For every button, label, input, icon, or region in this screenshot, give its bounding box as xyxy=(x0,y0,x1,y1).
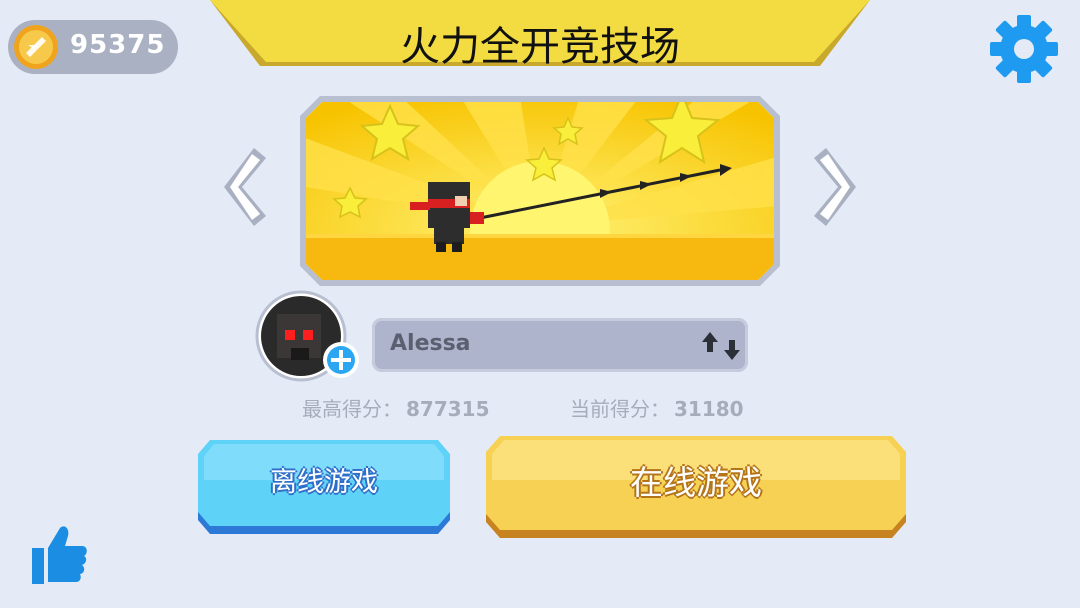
coin-count: 95375 xyxy=(70,30,166,60)
best-score-value: 877315 xyxy=(406,397,490,421)
offline-game-label: 离线游戏 xyxy=(270,467,378,498)
online-game-button[interactable]: 在线游戏 xyxy=(484,436,908,540)
online-game-label: 在线游戏 xyxy=(630,463,762,502)
best-score-label: 最高得分： xyxy=(302,397,402,421)
coin-icon xyxy=(14,25,58,69)
page-title: 火力全开竞技场 xyxy=(400,24,680,70)
offline-game-button[interactable]: 离线游戏 xyxy=(196,440,452,536)
thumbs-up-icon[interactable] xyxy=(30,524,88,586)
plus-icon xyxy=(323,342,359,378)
player-name-field[interactable]: Alessa xyxy=(372,318,748,372)
swap-icon[interactable] xyxy=(702,328,740,364)
current-score-label: 当前得分： xyxy=(570,397,670,421)
current-score: 当前得分： 31180 xyxy=(570,393,744,422)
chevron-left-icon[interactable] xyxy=(220,146,270,228)
mode-preview-card[interactable] xyxy=(300,96,780,286)
chevron-right-icon[interactable] xyxy=(810,146,860,228)
avatar[interactable] xyxy=(255,290,363,382)
current-score-value: 31180 xyxy=(674,397,744,421)
player-name: Alessa xyxy=(390,331,471,356)
coin-counter: 95375 xyxy=(8,20,178,74)
gear-icon[interactable] xyxy=(988,12,1060,86)
best-score: 最高得分： 877315 xyxy=(302,393,490,422)
